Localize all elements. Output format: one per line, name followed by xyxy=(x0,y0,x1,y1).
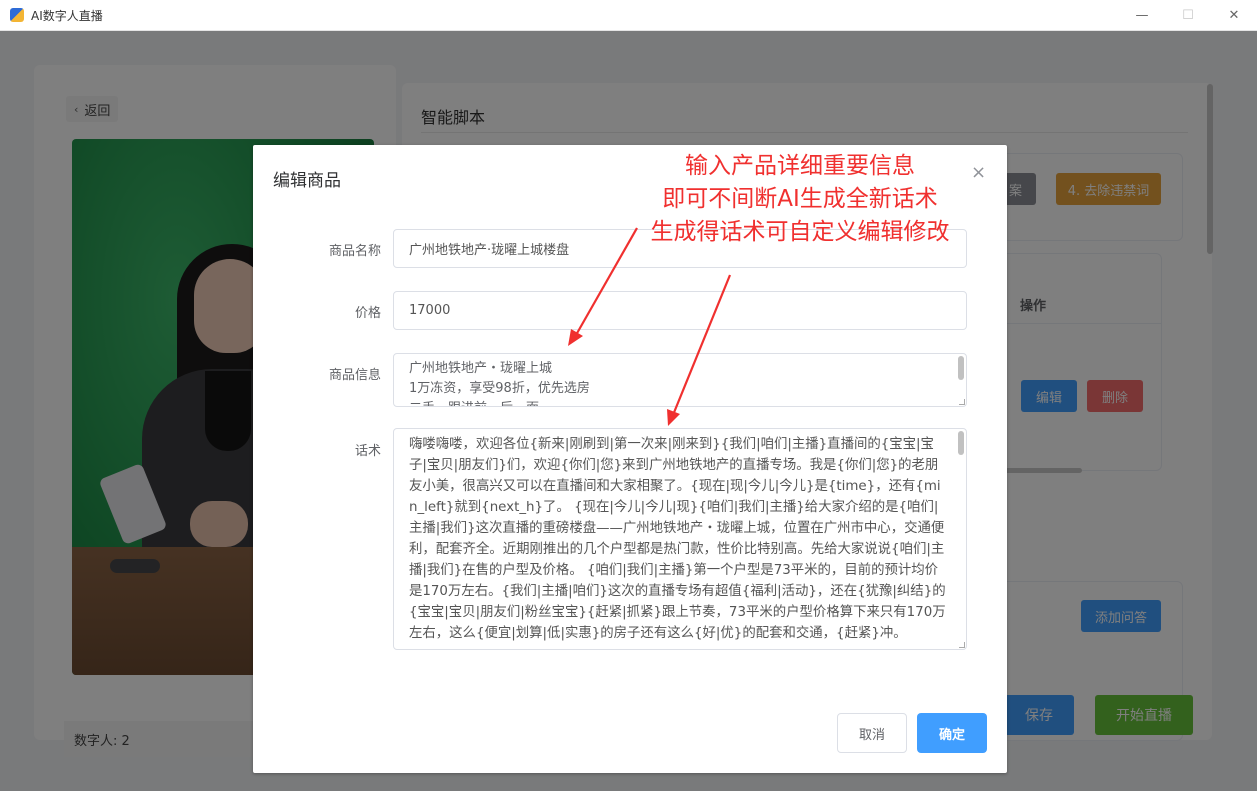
annotation-line: 输入产品详细重要信息 xyxy=(685,153,915,179)
window-controls: — ☐ ✕ xyxy=(1119,0,1257,31)
close-icon[interactable]: × xyxy=(971,163,986,183)
dialog-title: 编辑商品 xyxy=(273,171,341,191)
product-info-line: 1万冻资，享受98折，优先选房 xyxy=(409,381,590,396)
resize-handle-icon[interactable] xyxy=(959,399,965,405)
script-text: 嗨喽嗨喽，欢迎各位{新来|刚刷到|第一次来|刚来到}{我们|咱们|主播}直播间的… xyxy=(409,437,946,641)
product-info-line: 广州地铁地产・珑曜上城 xyxy=(409,361,553,376)
annotation-line: 即可不间断AI生成全新话术 xyxy=(662,186,938,212)
script-textarea[interactable]: 嗨喽嗨喽，欢迎各位{新来|刚刷到|第一次来|刚来到}{我们|咱们|主播}直播间的… xyxy=(393,428,967,650)
app-logo-icon xyxy=(10,8,24,22)
price-input[interactable]: 17000 xyxy=(393,291,967,330)
script-scrollbar[interactable] xyxy=(958,431,964,455)
product-info-line: 二手…跟进前…后…面 xyxy=(409,399,946,406)
product-name-label: 商品名称 xyxy=(328,244,381,259)
resize-handle-icon[interactable] xyxy=(959,642,965,648)
product-info-label: 商品信息 xyxy=(328,368,381,383)
confirm-button[interactable]: 确定 xyxy=(917,713,987,753)
close-window-button[interactable]: ✕ xyxy=(1211,0,1257,31)
maximize-button[interactable]: ☐ xyxy=(1165,0,1211,31)
window-title: AI数字人直播 xyxy=(31,8,103,23)
info-scrollbar[interactable] xyxy=(958,356,964,380)
annotation-line: 生成得话术可自定义编辑修改 xyxy=(650,219,950,245)
cancel-button[interactable]: 取消 xyxy=(837,713,907,753)
window-titlebar: AI数字人直播 — ☐ ✕ xyxy=(0,0,1257,31)
minimize-button[interactable]: — xyxy=(1119,0,1165,31)
price-label: 价格 xyxy=(354,306,381,321)
annotation-text: 输入产品详细重要信息 即可不间断AI生成全新话术 生成得话术可自定义编辑修改 xyxy=(630,150,970,249)
product-info-textarea[interactable]: 广州地铁地产・珑曜上城 1万冻资，享受98折，优先选房 二手…跟进前…后…面 xyxy=(393,353,967,407)
script-label: 话术 xyxy=(354,444,381,459)
